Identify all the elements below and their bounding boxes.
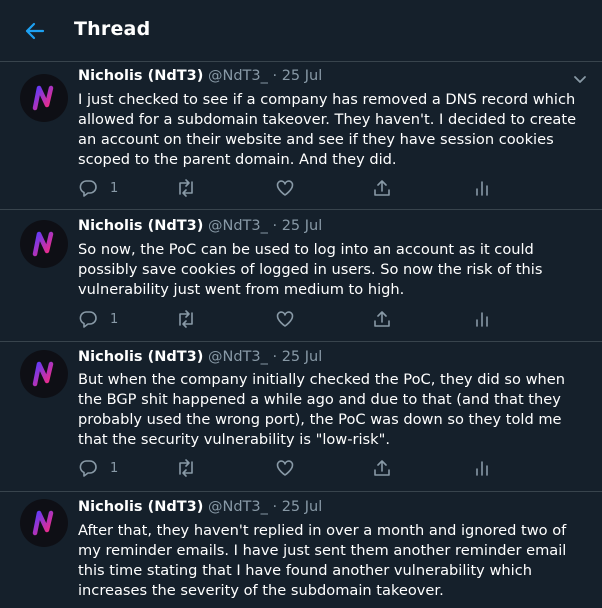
separator: · <box>272 349 278 365</box>
reply-button[interactable]: 1 <box>78 309 118 329</box>
share-icon <box>374 311 390 327</box>
tweet-date[interactable]: 25 Jul <box>282 349 323 365</box>
like-button[interactable] <box>275 178 295 198</box>
tweet-header: Nicholis (NdT3) @NdT3_ · 25 Jul <box>78 499 322 515</box>
retweet-button[interactable] <box>175 309 197 329</box>
tweet-header: Nicholis (NdT3) @NdT3_ · 25 Jul <box>78 218 322 234</box>
heart-icon <box>276 180 294 196</box>
analytics-icon <box>476 181 488 196</box>
share-icon <box>374 180 390 196</box>
tweet-date[interactable]: 25 Jul <box>282 68 323 84</box>
like-button[interactable] <box>275 458 295 478</box>
avatar[interactable] <box>20 74 68 122</box>
logo-n-icon <box>32 85 54 111</box>
back-button[interactable] <box>24 20 46 42</box>
retweet-icon <box>179 459 193 477</box>
tweet-date[interactable]: 25 Jul <box>282 218 323 234</box>
avatar[interactable] <box>20 350 68 398</box>
tweet-actions: 1 <box>78 458 498 478</box>
tweet-actions: 1 <box>78 309 498 329</box>
separator: · <box>272 68 278 84</box>
heart-icon <box>276 311 294 327</box>
reply-icon <box>79 180 97 197</box>
reply-button[interactable]: 1 <box>78 458 118 478</box>
avatar[interactable] <box>20 499 68 547</box>
avatar[interactable] <box>20 220 68 268</box>
page-title: Thread <box>74 18 151 40</box>
tweet-text: I just checked to see if a company has r… <box>78 91 577 168</box>
tweet-header: Nicholis (NdT3) @NdT3_ · 25 Jul <box>78 68 322 84</box>
chevron-down-icon[interactable] <box>572 71 588 87</box>
analytics-button[interactable] <box>472 458 492 478</box>
analytics-button[interactable] <box>472 178 492 198</box>
tweet-actions: 1 <box>78 178 498 198</box>
analytics-icon <box>476 312 488 327</box>
reply-icon <box>79 460 97 477</box>
share-button[interactable] <box>372 309 392 329</box>
tweet-text: After that, they haven't replied in over… <box>78 522 567 599</box>
reply-button[interactable]: 1 <box>78 178 118 198</box>
author-name[interactable]: Nicholis (NdT3) <box>78 349 203 365</box>
author-handle[interactable]: @NdT3_ <box>208 349 268 365</box>
arrow-left-icon <box>25 22 45 40</box>
separator: · <box>272 218 278 234</box>
tweet-header: Nicholis (NdT3) @NdT3_ · 25 Jul <box>78 349 322 365</box>
author-name[interactable]: Nicholis (NdT3) <box>78 499 203 515</box>
analytics-icon <box>476 461 488 476</box>
tweet-text: So now, the PoC can be used to log into … <box>78 241 543 298</box>
thread-header: Thread <box>0 0 602 62</box>
reply-icon <box>79 311 97 328</box>
reply-count: 1 <box>110 180 119 196</box>
author-handle[interactable]: @NdT3_ <box>208 218 268 234</box>
tweet-text: But when the company initially checked t… <box>78 371 566 448</box>
author-name[interactable]: Nicholis (NdT3) <box>78 218 203 234</box>
author-name[interactable]: Nicholis (NdT3) <box>78 68 203 84</box>
author-handle[interactable]: @NdT3_ <box>208 68 268 84</box>
tweet[interactable]: Nicholis (NdT3) @NdT3_ · 25 Jul So now, … <box>0 210 602 342</box>
reply-count: 1 <box>110 460 119 476</box>
logo-n-icon <box>32 231 54 257</box>
tweet[interactable]: Nicholis (NdT3) @NdT3_ · 25 Jul I just c… <box>0 62 602 210</box>
separator: · <box>272 499 278 515</box>
retweet-button[interactable] <box>175 178 197 198</box>
share-icon <box>374 460 390 476</box>
heart-icon <box>276 460 294 476</box>
share-button[interactable] <box>372 178 392 198</box>
tweet[interactable]: Nicholis (NdT3) @NdT3_ · 25 Jul After th… <box>0 492 602 608</box>
tweet-date[interactable]: 25 Jul <box>282 499 323 515</box>
like-button[interactable] <box>275 309 295 329</box>
reply-count: 1 <box>110 311 119 327</box>
share-button[interactable] <box>372 458 392 478</box>
logo-n-icon <box>32 361 54 387</box>
retweet-icon <box>179 179 193 197</box>
retweet-button[interactable] <box>175 458 197 478</box>
logo-n-icon <box>32 510 54 536</box>
retweet-icon <box>179 310 193 328</box>
analytics-button[interactable] <box>472 309 492 329</box>
author-handle[interactable]: @NdT3_ <box>208 499 268 515</box>
tweet[interactable]: Nicholis (NdT3) @NdT3_ · 25 Jul But when… <box>0 342 602 492</box>
